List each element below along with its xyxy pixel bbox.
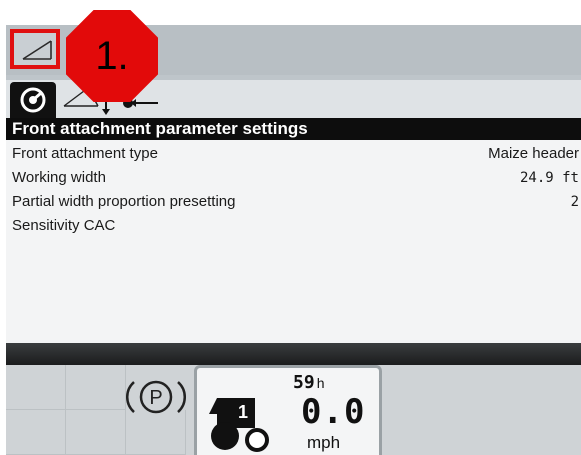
tractor-icon: 1 bbox=[207, 394, 275, 455]
callout-badge: 1. bbox=[66, 10, 158, 102]
hours-unit: h bbox=[316, 375, 325, 391]
tab-gauge[interactable] bbox=[10, 82, 56, 118]
gear-number: 1 bbox=[238, 402, 248, 422]
stage: Front attachment parameter settings Fron… bbox=[0, 0, 581, 455]
scroll-bar[interactable] bbox=[6, 343, 581, 365]
parking-brake-icon: P bbox=[125, 380, 187, 414]
gauge-icon bbox=[20, 87, 46, 113]
param-value: 24.9 ft bbox=[519, 170, 579, 186]
status-cell[interactable] bbox=[66, 365, 126, 410]
engine-hours: 59 h bbox=[293, 372, 324, 393]
param-row-partial-width[interactable]: Partial width proportion presetting 2 bbox=[6, 190, 581, 214]
param-label: Working width bbox=[12, 169, 106, 186]
header-tilt-icon bbox=[22, 40, 52, 60]
param-value: Maize header bbox=[488, 145, 579, 162]
speed-value: 0.0 bbox=[301, 392, 366, 432]
param-value: 2 bbox=[570, 194, 579, 210]
status-area: P 59 h 1 0.0 mph bbox=[6, 365, 581, 455]
hours-value: 59 bbox=[293, 372, 315, 393]
status-cell[interactable] bbox=[6, 365, 66, 410]
param-row-sensitivity-cac[interactable]: Sensitivity CAC bbox=[6, 214, 581, 238]
param-label: Partial width proportion presetting bbox=[12, 193, 236, 210]
parking-brake-letter: P bbox=[149, 387, 162, 409]
panel-title: Front attachment parameter settings bbox=[6, 118, 581, 140]
menu-button[interactable] bbox=[10, 29, 60, 69]
speed-panel: 59 h 1 0.0 mph bbox=[194, 365, 382, 455]
status-cell[interactable] bbox=[66, 410, 126, 455]
status-cell[interactable] bbox=[6, 410, 66, 455]
speed-unit: mph bbox=[307, 433, 341, 452]
param-row-attachment-type[interactable]: Front attachment type Maize header bbox=[6, 142, 581, 166]
parameter-list: Front attachment type Maize header Worki… bbox=[6, 140, 581, 345]
param-row-working-width[interactable]: Working width 24.9 ft bbox=[6, 166, 581, 190]
parking-brake-indicator: P bbox=[125, 377, 187, 417]
param-label: Front attachment type bbox=[12, 145, 158, 162]
param-label: Sensitivity CAC bbox=[12, 217, 116, 234]
